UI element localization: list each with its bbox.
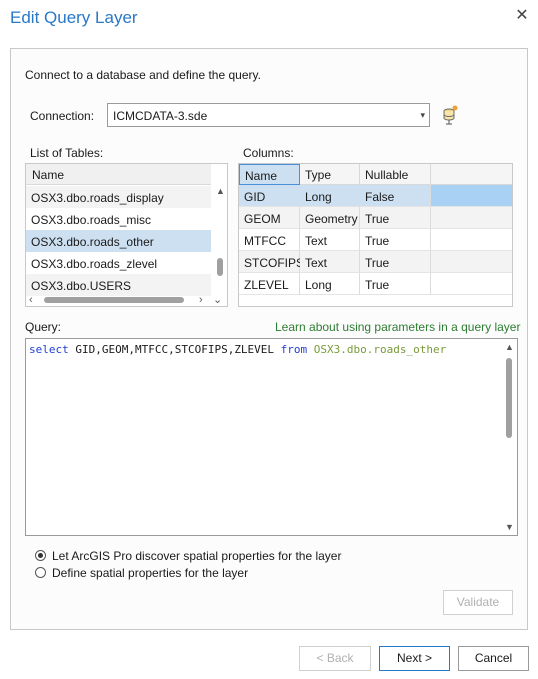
- query-editor[interactable]: select GID,GEOM,MTFCC,STCOFIPS,ZLEVEL fr…: [25, 338, 518, 536]
- grid-cell[interactable]: True: [360, 273, 431, 295]
- grid-cell[interactable]: Geometry: [300, 207, 360, 229]
- query-label: Query:: [25, 320, 62, 334]
- tables-header-name[interactable]: Name: [26, 164, 211, 185]
- close-icon[interactable]: ✕: [514, 8, 530, 24]
- grid-cell[interactable]: STCOFIPS: [239, 251, 304, 273]
- radio-unselected-indicator[interactable]: [35, 567, 46, 578]
- grid-cell[interactable]: GEOM: [239, 207, 300, 229]
- sql-table: OSX3.dbo.roads_other: [307, 343, 447, 356]
- grid-cell[interactable]: GID: [239, 185, 300, 207]
- column-header-name[interactable]: Name: [239, 164, 300, 185]
- grid-cell[interactable]: MTFCC: [239, 229, 300, 251]
- tables-vertical-scrollbar[interactable]: ▲: [213, 186, 227, 292]
- connection-label: Connection:: [30, 109, 95, 123]
- grid-cell[interactable]: Long: [300, 273, 360, 295]
- next-button[interactable]: Next >: [379, 646, 450, 671]
- grid-cell[interactable]: False: [360, 185, 431, 207]
- sql-keyword-from: from: [280, 343, 308, 356]
- validate-button[interactable]: Validate: [443, 590, 513, 615]
- tables-list: Name OSX3.dbo.roads_display OSX3.dbo.roa…: [25, 163, 228, 307]
- grid-cell[interactable]: Text: [300, 229, 360, 251]
- grid-row-filler: [431, 273, 512, 295]
- grid-row-filler: [431, 207, 512, 229]
- table-row-selected[interactable]: OSX3.dbo.roads_other: [26, 230, 211, 252]
- connection-dropdown[interactable]: ICMCDATA-3.sde ▾: [107, 103, 430, 127]
- scroll-up-icon[interactable]: ▲: [216, 186, 225, 196]
- columns-label: Columns:: [243, 146, 294, 160]
- query-vertical-scrollbar[interactable]: ▲ ▼: [502, 340, 516, 534]
- grid-cell[interactable]: Long: [300, 185, 360, 207]
- chevron-down-icon: ▾: [420, 110, 425, 120]
- table-row[interactable]: OSX3.dbo.roads_display: [26, 186, 211, 208]
- scrollbar-thumb[interactable]: [217, 258, 223, 276]
- dialog-title: Edit Query Layer: [10, 8, 138, 27]
- back-button[interactable]: < Back: [299, 646, 371, 671]
- column-header-type[interactable]: Type: [300, 164, 360, 185]
- new-database-connection-icon[interactable]: [441, 105, 459, 125]
- cancel-button[interactable]: Cancel: [458, 646, 529, 671]
- scroll-down-icon[interactable]: ⌄: [213, 293, 222, 306]
- grid-cell[interactable]: ZLEVEL: [239, 273, 300, 295]
- column-header-filler: [431, 164, 512, 185]
- grid-row-filler: [431, 185, 512, 207]
- scrollbar-thumb[interactable]: [506, 358, 512, 438]
- sql-fields: GID,GEOM,MTFCC,STCOFIPS,ZLEVEL: [68, 343, 281, 356]
- radio-selected-indicator[interactable]: [35, 550, 46, 561]
- grid-cell[interactable]: True: [360, 229, 431, 251]
- radio-discover-label: Let ArcGIS Pro discover spatial properti…: [52, 549, 342, 563]
- intro-text: Connect to a database and define the que…: [25, 68, 261, 82]
- grid-cell[interactable]: Text: [300, 251, 360, 273]
- query-parameters-help-link[interactable]: Learn about using parameters in a query …: [275, 320, 520, 334]
- grid-row-filler: [431, 229, 512, 251]
- query-text[interactable]: select GID,GEOM,MTFCC,STCOFIPS,ZLEVEL fr…: [29, 343, 446, 356]
- scroll-right-icon[interactable]: ›: [199, 294, 203, 306]
- grid-cell[interactable]: True: [360, 251, 431, 273]
- grid-row-filler: [431, 251, 512, 273]
- tables-horizontal-scrollbar[interactable]: ‹ › ⌄: [26, 293, 227, 306]
- grid-cell[interactable]: True: [360, 207, 431, 229]
- tables-label: List of Tables:: [30, 146, 104, 160]
- column-header-nullable[interactable]: Nullable: [360, 164, 431, 185]
- table-row[interactable]: OSX3.dbo.roads_zlevel: [26, 252, 211, 274]
- scroll-up-icon[interactable]: ▲: [505, 342, 514, 352]
- columns-grid: Name Type Nullable GID Long False GEOM G…: [238, 163, 513, 307]
- sql-keyword-select: select: [29, 343, 69, 356]
- scroll-left-icon[interactable]: ‹: [29, 294, 33, 306]
- radio-define-label: Define spatial properties for the layer: [52, 566, 249, 580]
- scroll-down-icon[interactable]: ▼: [505, 522, 514, 532]
- scrollbar-thumb[interactable]: [44, 297, 184, 303]
- connection-value: ICMCDATA-3.sde: [113, 109, 208, 123]
- table-row[interactable]: OSX3.dbo.roads_misc: [26, 208, 211, 230]
